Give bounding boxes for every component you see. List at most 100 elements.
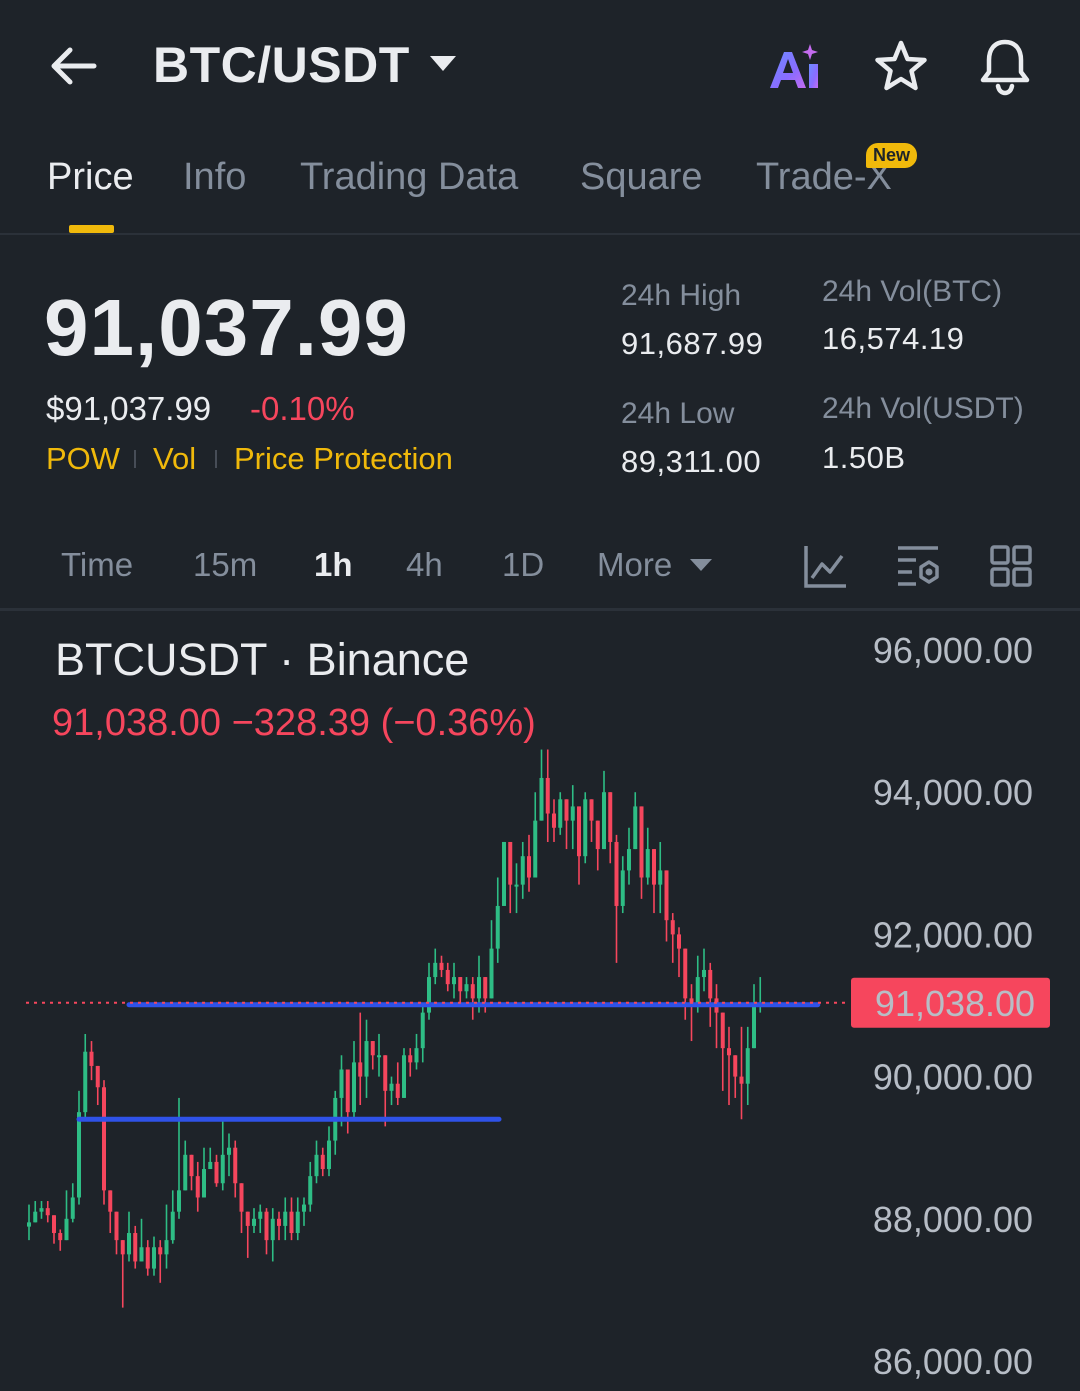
candle-body <box>114 1211 119 1241</box>
more-caret-icon[interactable] <box>690 559 712 571</box>
pair-dropdown-caret-icon[interactable] <box>430 56 456 71</box>
indicator-settings-button[interactable] <box>894 542 942 590</box>
candle-body <box>545 777 550 814</box>
interval-1h[interactable]: 1h <box>314 546 353 584</box>
candle-body <box>339 1069 344 1098</box>
candle-body <box>270 1218 275 1241</box>
candle-body <box>345 1069 350 1113</box>
candle-body <box>120 1240 125 1255</box>
candle-body <box>377 1055 381 1058</box>
tag-price-protection[interactable]: Price Protection <box>234 441 453 477</box>
tag-divider <box>134 450 136 468</box>
usd-price: $91,037.99 <box>46 390 212 427</box>
candle-body <box>589 799 594 821</box>
candle-body <box>389 1083 394 1091</box>
high-label: 24h High <box>621 279 742 312</box>
candle-body <box>33 1211 38 1223</box>
interval-15m[interactable]: 15m <box>193 546 257 584</box>
ai-icon <box>770 44 818 88</box>
interval-1d[interactable]: 1D <box>502 546 544 584</box>
candle-body <box>495 905 500 949</box>
candle-body <box>602 792 606 850</box>
chart-line-icon <box>804 546 846 588</box>
candle-body <box>164 1240 169 1255</box>
candle-body <box>202 1169 206 1198</box>
tag-pow[interactable]: POW <box>46 441 120 477</box>
candle-body <box>408 1055 413 1063</box>
y-axis-tick-label: 94,000.00 <box>873 772 1033 813</box>
bell-icon <box>980 39 1030 96</box>
candle-body <box>295 1211 300 1234</box>
candle-body <box>258 1211 263 1219</box>
candle-body <box>358 1062 363 1077</box>
favorite-button[interactable] <box>872 38 930 96</box>
candle-body <box>127 1233 131 1255</box>
candle-body <box>670 920 675 935</box>
candle-body <box>739 1076 744 1084</box>
candle-body <box>527 856 531 878</box>
tab-square[interactable]: Square <box>580 156 703 199</box>
vol-usdt-label: 24h Vol(USDT) <box>822 392 1024 425</box>
chart-ohlc-summary: 91,038.00 −328.39 (−0.36%) <box>52 702 536 744</box>
pair-title[interactable]: BTC/USDT <box>153 36 410 94</box>
candle-body <box>595 820 600 850</box>
candle-body <box>664 870 669 921</box>
candle-body <box>77 1112 81 1198</box>
low-label: 24h Low <box>621 397 735 430</box>
candle-body <box>239 1183 244 1212</box>
vol-btc-label: 24h Vol(BTC) <box>822 275 1003 308</box>
candle-body <box>702 969 706 978</box>
alert-button[interactable] <box>976 36 1034 96</box>
candle-body <box>158 1247 163 1255</box>
candle-body <box>27 1222 31 1227</box>
layout-button[interactable] <box>987 542 1035 590</box>
new-badge: New <box>866 143 918 168</box>
candle-body <box>614 841 619 906</box>
candle-body <box>352 1062 356 1113</box>
candle-body <box>45 1208 50 1216</box>
tab-info[interactable]: Info <box>183 156 246 199</box>
candle-body <box>583 799 588 857</box>
candle-body <box>514 884 519 887</box>
candle-body <box>752 1005 756 1049</box>
candle-body <box>508 841 513 885</box>
candle-body <box>452 977 456 985</box>
candle-body <box>208 1161 213 1170</box>
candle-body <box>458 977 463 992</box>
y-axis-tick-label: 86,000.00 <box>873 1341 1033 1382</box>
candle-body <box>658 870 663 885</box>
tab-price[interactable]: Price <box>47 156 134 199</box>
candle-body <box>520 856 525 885</box>
candle-body <box>133 1233 138 1262</box>
candle-body <box>170 1211 175 1241</box>
candle-body <box>314 1154 319 1177</box>
candle-body <box>108 1190 113 1212</box>
vol-usdt-value: 1.50B <box>822 440 906 475</box>
candle-body <box>720 1012 725 1049</box>
candle-body <box>433 962 438 978</box>
tag-vol[interactable]: Vol <box>153 441 196 477</box>
candle-body <box>533 820 538 878</box>
candle-body <box>445 969 450 985</box>
tab-trading-data[interactable]: Trading Data <box>300 156 518 199</box>
candle-body <box>220 1154 225 1184</box>
candle-body <box>620 870 625 906</box>
candle-body <box>152 1247 156 1269</box>
y-axis-tick-label: 88,000.00 <box>873 1199 1033 1240</box>
vol-btc-value: 16,574.19 <box>822 321 965 356</box>
back-button[interactable] <box>44 38 104 94</box>
ai-button[interactable] <box>766 40 826 96</box>
indicator-settings-icon <box>898 546 939 586</box>
candle-body <box>470 984 475 999</box>
candle-body <box>695 977 700 1006</box>
candle-body <box>677 934 681 949</box>
candle-body <box>283 1211 288 1226</box>
candle-body <box>652 849 656 885</box>
chart-type-button[interactable] <box>802 542 850 590</box>
candle-body <box>552 813 556 828</box>
candle-body <box>64 1218 69 1241</box>
interval-more[interactable]: More <box>597 546 672 584</box>
interval-time[interactable]: Time <box>61 546 133 584</box>
interval-4h[interactable]: 4h <box>406 546 443 584</box>
candle-body <box>477 977 481 999</box>
